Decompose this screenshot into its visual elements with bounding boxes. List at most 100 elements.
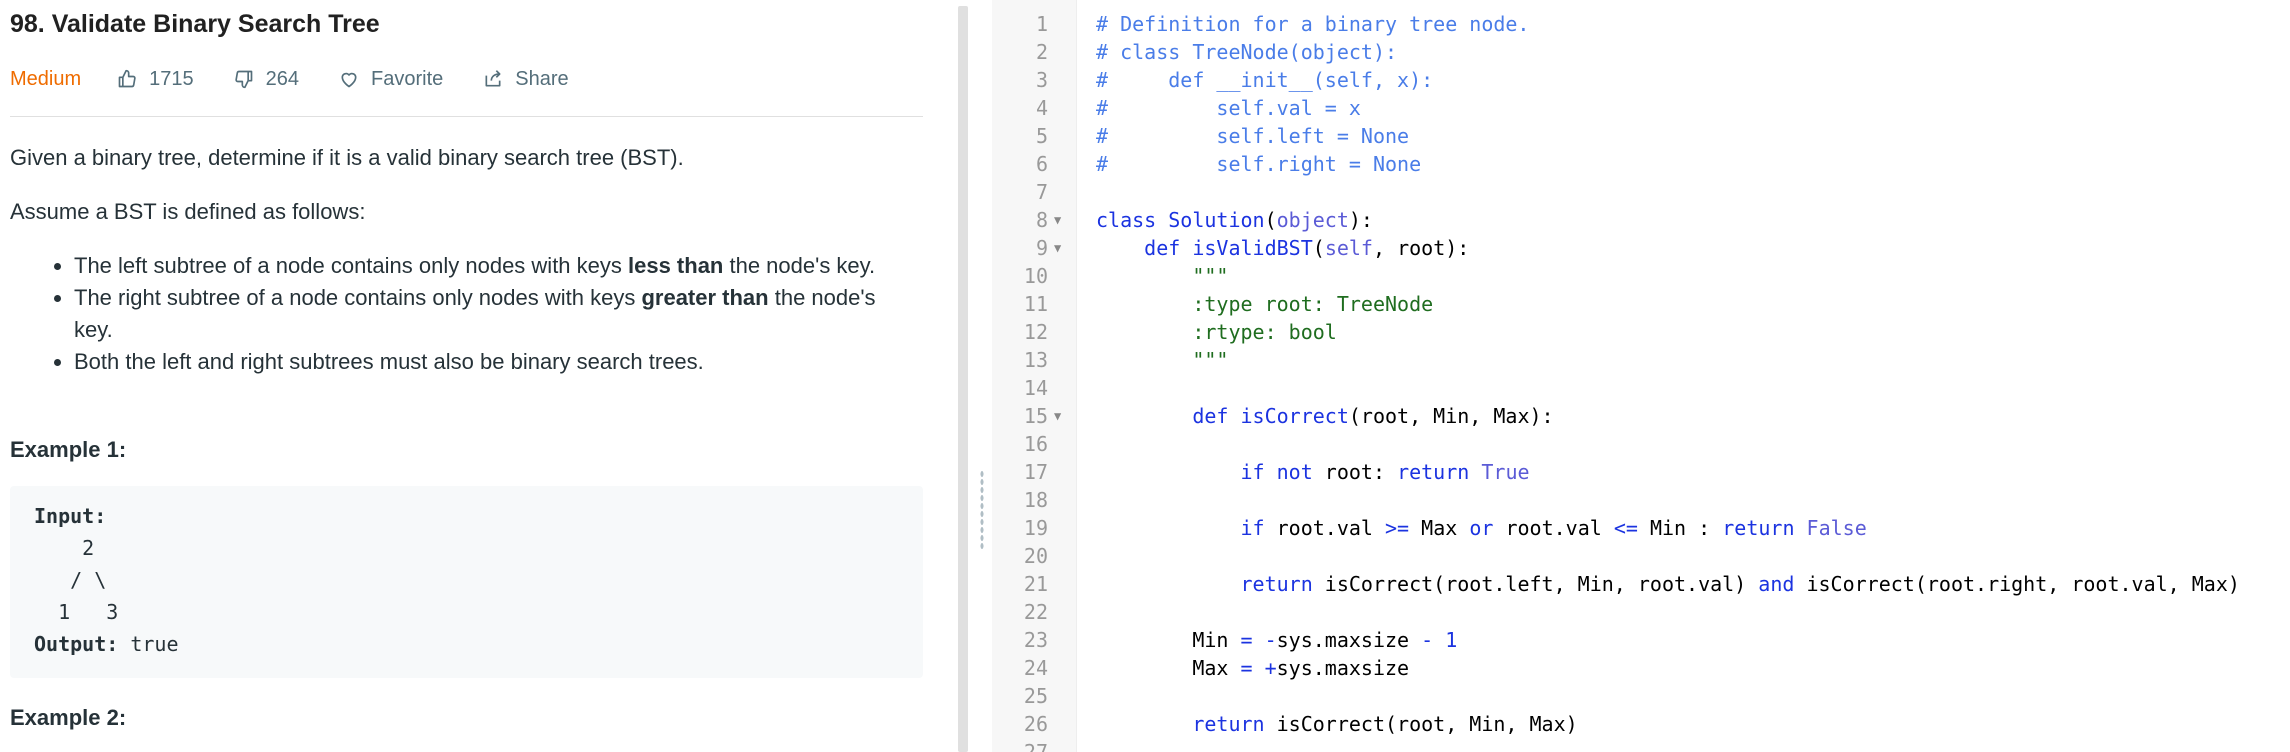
code-line[interactable]: 17 if not root: return True xyxy=(992,458,2290,486)
code-line[interactable]: 19 if root.val >= Max or root.val <= Min… xyxy=(992,514,2290,542)
line-number: 19 xyxy=(1023,516,1048,540)
code-line[interactable]: 13 """ xyxy=(992,346,2290,374)
code-line[interactable]: 4 # self.val = x xyxy=(992,94,2290,122)
code-line[interactable]: 11 :type root: TreeNode xyxy=(992,290,2290,318)
code-line[interactable]: 21 return isCorrect(root.left, Min, root… xyxy=(992,570,2290,598)
code-text: # self.right = None xyxy=(1096,152,1422,176)
code-line[interactable]: 18 xyxy=(992,486,2290,514)
code-line[interactable]: 23 Min = -sys.maxsize - 1 xyxy=(992,626,2290,654)
problem-meta-bar: Medium 1715 264 Favorite Share xyxy=(10,64,609,94)
like-count: 1715 xyxy=(149,67,194,90)
line-number: 26 xyxy=(1023,712,1048,736)
line-number: 14 xyxy=(1023,376,1048,400)
line-number: 27 xyxy=(1023,740,1048,752)
favorite-button[interactable]: Favorite xyxy=(339,68,443,91)
line-number: 9 xyxy=(1035,236,1048,260)
code-line[interactable]: 2 # class TreeNode(object): xyxy=(992,38,2290,66)
code-line[interactable]: 20 xyxy=(992,542,2290,570)
code-line[interactable]: 16 xyxy=(992,430,2290,458)
code-line[interactable]: 24 Max = +sys.maxsize xyxy=(992,654,2290,682)
code-line[interactable]: 12 :rtype: bool xyxy=(992,318,2290,346)
code-line[interactable]: 8 ▼ class Solution(object): xyxy=(992,206,2290,234)
code-line[interactable]: 27 xyxy=(992,738,2290,752)
drag-handle-icon xyxy=(980,470,984,550)
code-text: :rtype: bool xyxy=(1192,320,1337,344)
list-item: The left subtree of a node contains only… xyxy=(74,250,914,282)
code-text: # Definition for a binary tree node. xyxy=(1096,12,1530,36)
bst-rules-list: The left subtree of a node contains only… xyxy=(10,250,914,378)
code-text: if root.val >= Max or root.val <= Min : … xyxy=(1240,516,1867,540)
line-number: 4 xyxy=(1035,96,1048,120)
code-text: :type root: TreeNode xyxy=(1192,292,1434,316)
line-number: 3 xyxy=(1035,68,1048,92)
problem-title: 98. Validate Binary Search Tree xyxy=(10,10,380,38)
fold-toggle-icon[interactable]: ▼ xyxy=(1054,234,1061,262)
line-number: 13 xyxy=(1023,348,1048,372)
line-number: 20 xyxy=(1023,544,1048,568)
tree-line: 1 3 xyxy=(34,600,119,624)
output-value: true xyxy=(118,632,179,656)
code-text: Min = -sys.maxsize - 1 xyxy=(1096,628,1458,652)
share-button[interactable]: Share xyxy=(483,67,569,91)
description-scrollbar[interactable] xyxy=(958,6,968,752)
line-number: 7 xyxy=(1035,180,1048,204)
problem-assumption: Assume a BST is defined as follows: xyxy=(10,199,366,224)
code-line[interactable]: 14 xyxy=(992,374,2290,402)
code-text: """ xyxy=(1192,348,1229,372)
problem-description-panel: 98. Validate Binary Search Tree Medium 1… xyxy=(0,0,955,752)
code-text: return isCorrect(root, Min, Max) xyxy=(1192,712,1578,736)
line-number: 25 xyxy=(1023,684,1048,708)
panel-resize-handle[interactable] xyxy=(972,0,992,752)
list-item: The right subtree of a node contains onl… xyxy=(74,282,914,346)
code-text: # def __init__(self, x): xyxy=(1096,68,1434,92)
meta-divider xyxy=(10,116,923,117)
line-number: 6 xyxy=(1035,152,1048,176)
code-text: # self.left = None xyxy=(1096,124,1410,148)
line-number: 24 xyxy=(1023,656,1048,680)
code-text: Max = +sys.maxsize xyxy=(1096,656,1410,680)
fold-toggle-icon[interactable]: ▼ xyxy=(1054,402,1061,430)
like-button[interactable]: 1715 xyxy=(117,68,194,91)
code-line[interactable]: 25 xyxy=(992,682,2290,710)
line-number: 18 xyxy=(1023,488,1048,512)
line-number: 1 xyxy=(1035,12,1048,36)
heart-icon xyxy=(341,72,357,88)
code-text: def isCorrect(root, Min, Max): xyxy=(1192,404,1554,428)
example-1-title: Example 1: xyxy=(10,437,127,462)
line-number: 11 xyxy=(1023,292,1048,316)
input-label: Input: xyxy=(34,504,107,528)
line-number: 2 xyxy=(1035,40,1048,64)
code-text: class Solution(object): xyxy=(1096,208,1373,232)
share-icon xyxy=(485,70,501,87)
code-text: """ xyxy=(1192,264,1229,288)
code-text: def isValidBST(self, root): xyxy=(1144,236,1470,260)
difficulty-badge: Medium xyxy=(10,67,82,90)
line-number: 5 xyxy=(1035,124,1048,148)
thumbs-down-icon xyxy=(234,70,252,89)
line-number: 23 xyxy=(1023,628,1048,652)
fold-toggle-icon[interactable]: ▼ xyxy=(1054,206,1061,234)
code-line[interactable]: 1 # Definition for a binary tree node. xyxy=(992,10,2290,38)
output-label: Output: xyxy=(34,632,119,656)
code-line[interactable]: 6 # self.right = None xyxy=(992,150,2290,178)
code-line[interactable]: 7 xyxy=(992,178,2290,206)
tree-line: / \ xyxy=(34,568,107,592)
code-line[interactable]: 5 # self.left = None xyxy=(992,122,2290,150)
code-text: if not root: return True xyxy=(1240,460,1530,484)
example-1-code-block: Input: 2 / \ 1 3 Output: true xyxy=(10,486,923,678)
dislike-count: 264 xyxy=(265,67,300,90)
code-line[interactable]: 9 ▼ def isValidBST(self, root): xyxy=(992,234,2290,262)
share-label: Share xyxy=(515,67,569,90)
code-editor[interactable]: 1 # Definition for a binary tree node. 2 # … xyxy=(992,0,2290,752)
list-item: Both the left and right subtrees must al… xyxy=(74,346,914,378)
code-line[interactable]: 10 """ xyxy=(992,262,2290,290)
code-line[interactable]: 22 xyxy=(992,598,2290,626)
dislike-button[interactable]: 264 xyxy=(234,68,299,91)
code-line[interactable]: 3 # def __init__(self, x): xyxy=(992,66,2290,94)
line-number: 8 xyxy=(1035,208,1048,232)
example-2-title: Example 2: xyxy=(10,705,127,730)
code-text: return isCorrect(root.left, Min, root.va… xyxy=(1240,572,2240,596)
code-line[interactable]: 15 ▼ def isCorrect(root, Min, Max): xyxy=(992,402,2290,430)
code-line[interactable]: 26 return isCorrect(root, Min, Max) xyxy=(992,710,2290,738)
line-number: 21 xyxy=(1023,572,1048,596)
